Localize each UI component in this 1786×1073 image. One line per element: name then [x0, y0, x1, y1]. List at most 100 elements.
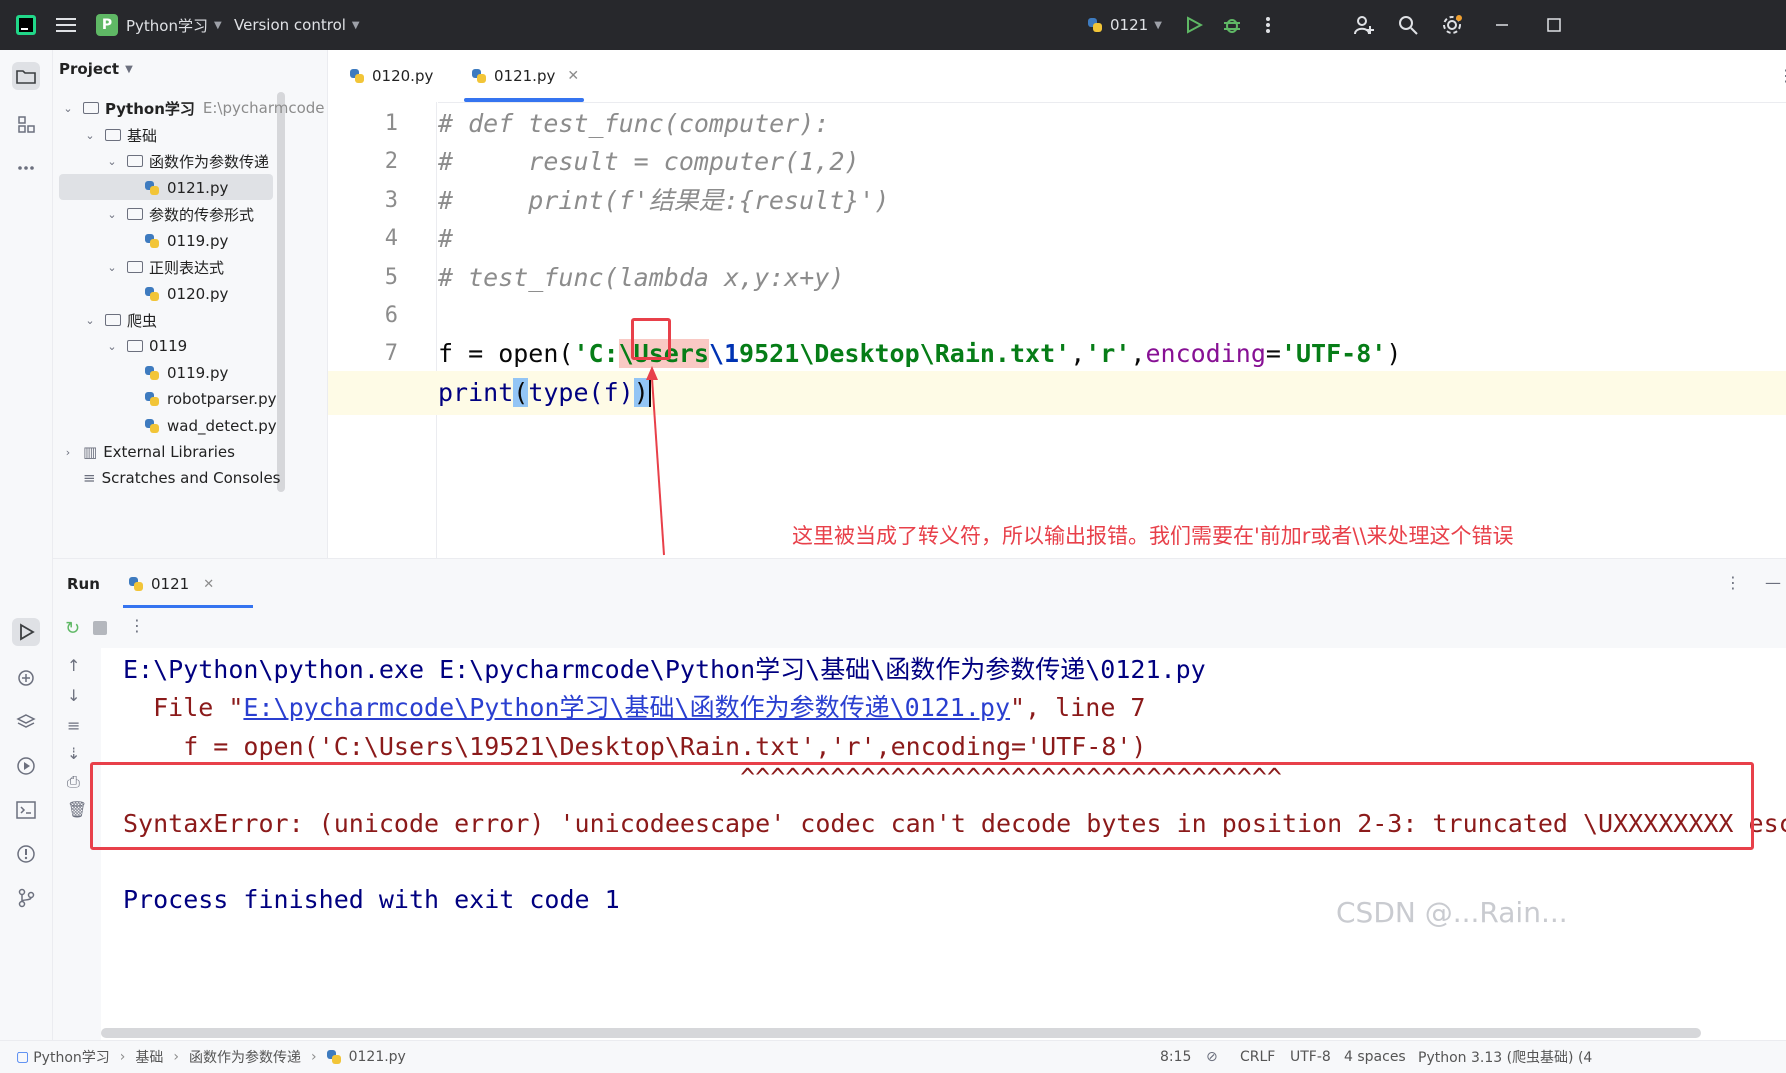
search-icon[interactable] [1396, 13, 1420, 37]
module-icon: ▢ [16, 1049, 30, 1065]
code-token: , [1130, 339, 1146, 368]
project-panel-title: Project [59, 60, 120, 78]
structure-icon[interactable] [12, 110, 40, 138]
tree-label: 参数的传参形式 [149, 205, 255, 224]
tree-external-libraries[interactable]: › ▥ External Libraries [61, 438, 235, 466]
tree-file-robotparser[interactable]: robotparser.py [145, 385, 276, 413]
run-toolbar-more-icon[interactable]: ⋮ [129, 616, 145, 635]
run-console[interactable]: E:\Python\python.exe E:\pycharmcode\Pyth… [90, 648, 1786, 1040]
tree-label: 基础 [127, 126, 158, 145]
soft-wrap-icon[interactable]: ≡ [67, 716, 80, 735]
chevron-down-icon: ▼ [351, 19, 360, 31]
line-number: 4 [384, 226, 398, 251]
breadcrumb-item[interactable]: Python学习 [33, 1047, 110, 1067]
folder-icon [105, 129, 121, 141]
hide-panel-icon[interactable]: — [1765, 573, 1781, 592]
python-console-icon[interactable] [12, 664, 40, 692]
title-bar: P Python学习 ▼ Version control ▼ 0121 ▼ [0, 0, 1786, 50]
project-panel-header[interactable]: Project ▼ [59, 50, 133, 88]
run-icon[interactable] [1182, 13, 1206, 37]
run-more-icon[interactable]: ⋮ [1725, 573, 1741, 592]
python-file-icon [326, 1050, 341, 1064]
watermark: CSDN @...Rain... [1336, 896, 1568, 929]
file-encoding[interactable]: UTF-8 [1290, 1041, 1331, 1073]
interpreter-setting[interactable]: Python 3.13 (爬虫基础) (4 [1418, 1041, 1592, 1073]
debug-icon[interactable] [1220, 13, 1244, 37]
minimize-icon[interactable] [1490, 13, 1514, 37]
code-token: , [1070, 339, 1086, 368]
arrow-up-icon[interactable]: ↑ [67, 656, 80, 675]
main-menu-icon[interactable] [54, 13, 78, 37]
close-icon[interactable]: ✕ [203, 577, 214, 592]
tree-folder-hanshu[interactable]: ⌄ 函数作为参数传递 [105, 147, 269, 175]
tree-file-0119[interactable]: 0119.py [145, 227, 228, 255]
chevron-right-icon: › [65, 445, 71, 459]
run-tool-icon[interactable] [12, 618, 40, 646]
tree-folder-pachong[interactable]: ⌄ 爬虫 [83, 306, 157, 334]
code-token-escape: \1 [708, 339, 740, 368]
layers-icon[interactable] [12, 708, 40, 736]
console-file-link[interactable]: E:\pycharmcode\Python学习\基础\函数作为参数传递\0121… [243, 693, 1010, 722]
annotation-highlight-box [631, 318, 671, 360]
tree-folder-zhengze[interactable]: ⌄ 正则表达式 [105, 253, 224, 281]
more-tools-icon[interactable] [12, 154, 40, 182]
python-file-icon [145, 287, 159, 301]
console-file-suffix: ", line 7 [1010, 693, 1146, 722]
chevron-down-icon: ⌄ [85, 128, 95, 142]
tree-folder-jichu[interactable]: ⌄ 基础 [83, 121, 157, 149]
problems-icon[interactable] [12, 840, 40, 868]
breadcrumb-item[interactable]: 基础 [135, 1047, 163, 1067]
run-config-selector[interactable]: 0121 ▼ [1088, 0, 1162, 50]
tab-0120[interactable]: 0120.py [350, 50, 433, 102]
tree-root[interactable]: ⌄ Python学习 E:\pycharmcode [61, 94, 325, 122]
project-scrollbar[interactable] [277, 92, 285, 492]
code-editor[interactable]: # def test_func(computer): # result = co… [328, 102, 1786, 558]
caret-position[interactable]: 8:15 [1160, 1041, 1191, 1073]
run-tab-0121[interactable]: 0121 ✕ [129, 559, 214, 609]
print-icon[interactable]: ⎙ [67, 772, 80, 792]
tree-file-0121[interactable]: 0121.py [145, 174, 228, 202]
scroll-to-end-icon[interactable]: ⇣ [67, 744, 80, 763]
chevron-down-icon: ▼ [214, 19, 222, 31]
tree-label: External Libraries [103, 443, 235, 461]
folder-icon [83, 102, 99, 114]
python-file-icon [145, 419, 159, 433]
tree-folder-canshu[interactable]: ⌄ 参数的传参形式 [105, 200, 254, 228]
git-icon[interactable] [12, 884, 40, 912]
tree-file-0119-pachong[interactable]: 0119.py [145, 359, 228, 387]
add-user-icon[interactable] [1352, 13, 1376, 37]
tab-more-icon[interactable]: ⋮ [1778, 66, 1786, 85]
breadcrumb-item[interactable]: 函数作为参数传递 [189, 1047, 301, 1067]
project-switcher[interactable]: P Python学习 ▼ [96, 0, 222, 50]
maximize-icon[interactable] [1542, 13, 1566, 37]
console-horizontal-scrollbar[interactable] [101, 1028, 1701, 1038]
trash-icon[interactable]: 🗑 [67, 800, 87, 819]
settings-gear-icon[interactable] [1440, 13, 1464, 37]
terminal-icon[interactable] [12, 796, 40, 824]
tree-file-0120[interactable]: 0120.py [145, 280, 228, 308]
readonly-toggle-icon[interactable]: ⊘ [1206, 1041, 1218, 1073]
indent-setting[interactable]: 4 spaces [1344, 1041, 1406, 1073]
tree-label: 0119 [149, 337, 188, 355]
project-folder-icon[interactable] [12, 62, 40, 90]
folder-icon [127, 208, 143, 220]
tab-label: 0121.py [494, 67, 556, 85]
breadcrumb-item[interactable]: 0121.py [349, 1049, 406, 1065]
tree-label: Scratches and Consoles [101, 469, 281, 487]
python-file-icon [145, 366, 159, 380]
python-icon [129, 577, 143, 591]
stop-icon[interactable] [93, 621, 107, 635]
vcs-menu[interactable]: Version control ▼ [234, 0, 360, 50]
tree-scratches[interactable]: ≡ Scratches and Consoles [83, 464, 281, 492]
line-separator[interactable]: CRLF [1240, 1041, 1275, 1073]
tree-folder-0119[interactable]: ⌄ 0119 [105, 332, 187, 360]
services-icon[interactable] [12, 752, 40, 780]
root-path: E:\pycharmcode [202, 99, 325, 117]
tree-file-wad-detect[interactable]: wad_detect.py [145, 412, 277, 440]
rerun-icon[interactable]: ↻ [65, 618, 80, 639]
folder-icon [127, 155, 143, 167]
arrow-down-icon[interactable]: ↓ [67, 686, 80, 705]
tab-0121[interactable]: 0121.py ✕ [472, 50, 579, 102]
close-icon[interactable]: ✕ [567, 68, 579, 84]
more-actions-icon[interactable] [1256, 13, 1280, 37]
